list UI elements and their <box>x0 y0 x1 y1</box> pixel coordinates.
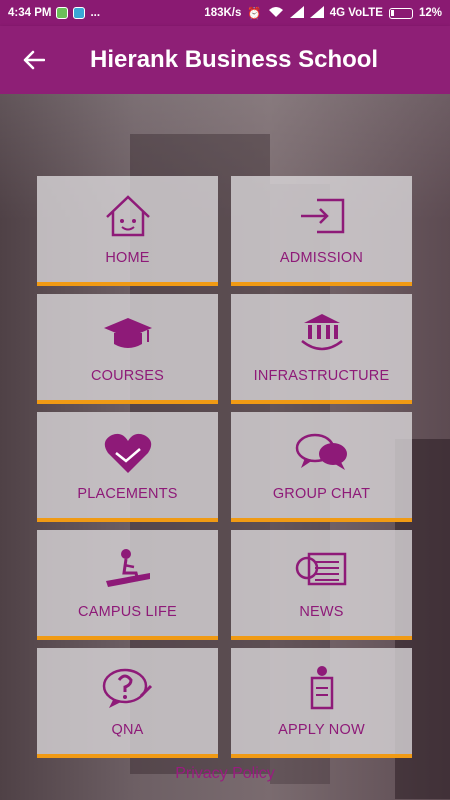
menu-label: NEWS <box>299 604 344 620</box>
menu-label: HOME <box>105 250 150 266</box>
menu-label: INFRASTRUCTURE <box>253 368 390 384</box>
home-icon <box>100 192 156 240</box>
battery-icon <box>388 7 413 19</box>
campus-life-icon <box>100 546 156 594</box>
notification-app-icon <box>56 7 69 19</box>
menu-label: PLACEMENTS <box>77 486 178 502</box>
app-bar: Hierank Business School <box>0 26 450 94</box>
back-button[interactable] <box>0 26 68 94</box>
status-time: 4:34 PM <box>8 7 52 19</box>
status-bar: 4:34 PM ... 183K/s ⏰ 4G VoLTE 12% <box>0 0 450 26</box>
status-network: 4G VoLTE <box>329 7 383 19</box>
newspaper-icon <box>294 546 350 594</box>
menu-tile-campus-life[interactable]: CAMPUS LIFE <box>37 530 218 640</box>
menu-tile-admission[interactable]: ADMISSION <box>231 176 412 286</box>
privacy-policy-link[interactable]: Privacy Policy <box>0 765 450 783</box>
graduation-cap-icon <box>100 310 156 358</box>
status-more-dots: ... <box>90 7 101 19</box>
menu-tile-home[interactable]: HOME <box>37 176 218 286</box>
menu-tile-infrastructure[interactable]: INFRASTRUCTURE <box>231 294 412 404</box>
question-bubble-icon <box>100 664 156 712</box>
signal-icon-2 <box>309 5 324 21</box>
menu-label: CAMPUS LIFE <box>78 604 177 620</box>
building-icon <box>294 310 350 358</box>
apply-form-icon <box>294 664 350 712</box>
menu-label: QNA <box>111 722 144 738</box>
menu-label: GROUP CHAT <box>272 486 371 502</box>
menu-tile-placements[interactable]: PLACEMENTS <box>37 412 218 522</box>
arrow-left-icon <box>23 50 45 70</box>
handshake-heart-icon <box>100 428 156 476</box>
menu-tile-group-chat[interactable]: GROUP CHAT <box>231 412 412 522</box>
status-speed: 183K/s <box>204 7 242 19</box>
chat-bubbles-icon <box>294 428 350 476</box>
menu-label: ADMISSION <box>279 250 364 266</box>
alarm-off-icon: ⏰ <box>247 8 262 20</box>
menu-label: COURSES <box>90 368 165 384</box>
wifi-icon <box>268 6 284 21</box>
signal-icon <box>289 5 304 21</box>
page-title: Hierank Business School <box>90 46 379 73</box>
menu-tile-courses[interactable]: COURSES <box>37 294 218 404</box>
menu-tile-qna[interactable]: QNA <box>37 648 218 758</box>
sign-in-icon <box>294 192 350 240</box>
status-battery: 12% <box>418 7 442 19</box>
menu-label: APPLY NOW <box>278 722 365 738</box>
menu-tile-apply-now[interactable]: APPLY NOW <box>231 648 412 758</box>
menu-tile-news[interactable]: NEWS <box>231 530 412 640</box>
notification-shield-icon <box>73 7 86 19</box>
